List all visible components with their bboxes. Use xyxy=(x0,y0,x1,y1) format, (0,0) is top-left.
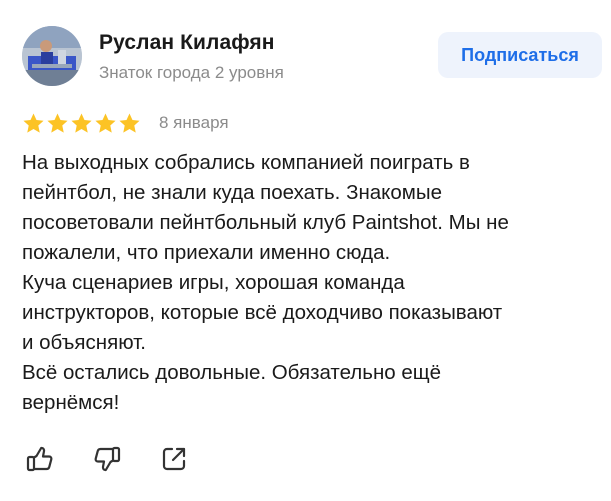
avatar[interactable] xyxy=(22,26,82,86)
author-level: Знаток города 2 уровня xyxy=(99,63,284,82)
review-text-line: и объясняют. xyxy=(22,331,146,354)
star-icon xyxy=(47,112,68,133)
subscribe-button[interactable]: Подписаться xyxy=(438,32,602,78)
star-icon xyxy=(23,112,44,133)
review-text-line: вернёмся! xyxy=(22,391,120,414)
review-text-line: пожалели, что приехали именно сюда. xyxy=(22,241,391,264)
share-icon[interactable] xyxy=(158,443,190,475)
review-header: Руслан Килафян Знаток города 2 уровня По… xyxy=(22,26,602,88)
review-text-line: инструкторов, которые всё доходчиво пока… xyxy=(22,301,503,324)
thumbs-up-icon[interactable] xyxy=(24,443,56,475)
thumbs-down-icon[interactable] xyxy=(91,443,123,475)
rating-stars xyxy=(22,112,141,135)
review-text-line: Всё остались довольные. Обязательно ещё xyxy=(22,361,442,384)
rating-row: 8 января xyxy=(22,110,229,136)
review-date: 8 января xyxy=(159,113,229,132)
review-text: На выходных собрались компанией поиграть… xyxy=(22,148,602,418)
review-card: Руслан Килафян Знаток города 2 уровня По… xyxy=(0,0,611,501)
star-icon xyxy=(95,112,116,133)
star-icon xyxy=(71,112,92,133)
review-text-line: Куча сценариев игры, хорошая команда xyxy=(22,271,405,294)
star-icon xyxy=(119,112,140,133)
review-actions xyxy=(24,443,190,475)
review-text-line: посоветовали пейнтбольный клуб Paintshot… xyxy=(22,211,509,234)
review-text-line: На выходных собрались компанией поиграть… xyxy=(22,151,470,174)
author-name[interactable]: Руслан Килафян xyxy=(99,31,275,55)
review-text-line: пейнтбол, не знали куда поехать. Знакомы… xyxy=(22,181,442,204)
